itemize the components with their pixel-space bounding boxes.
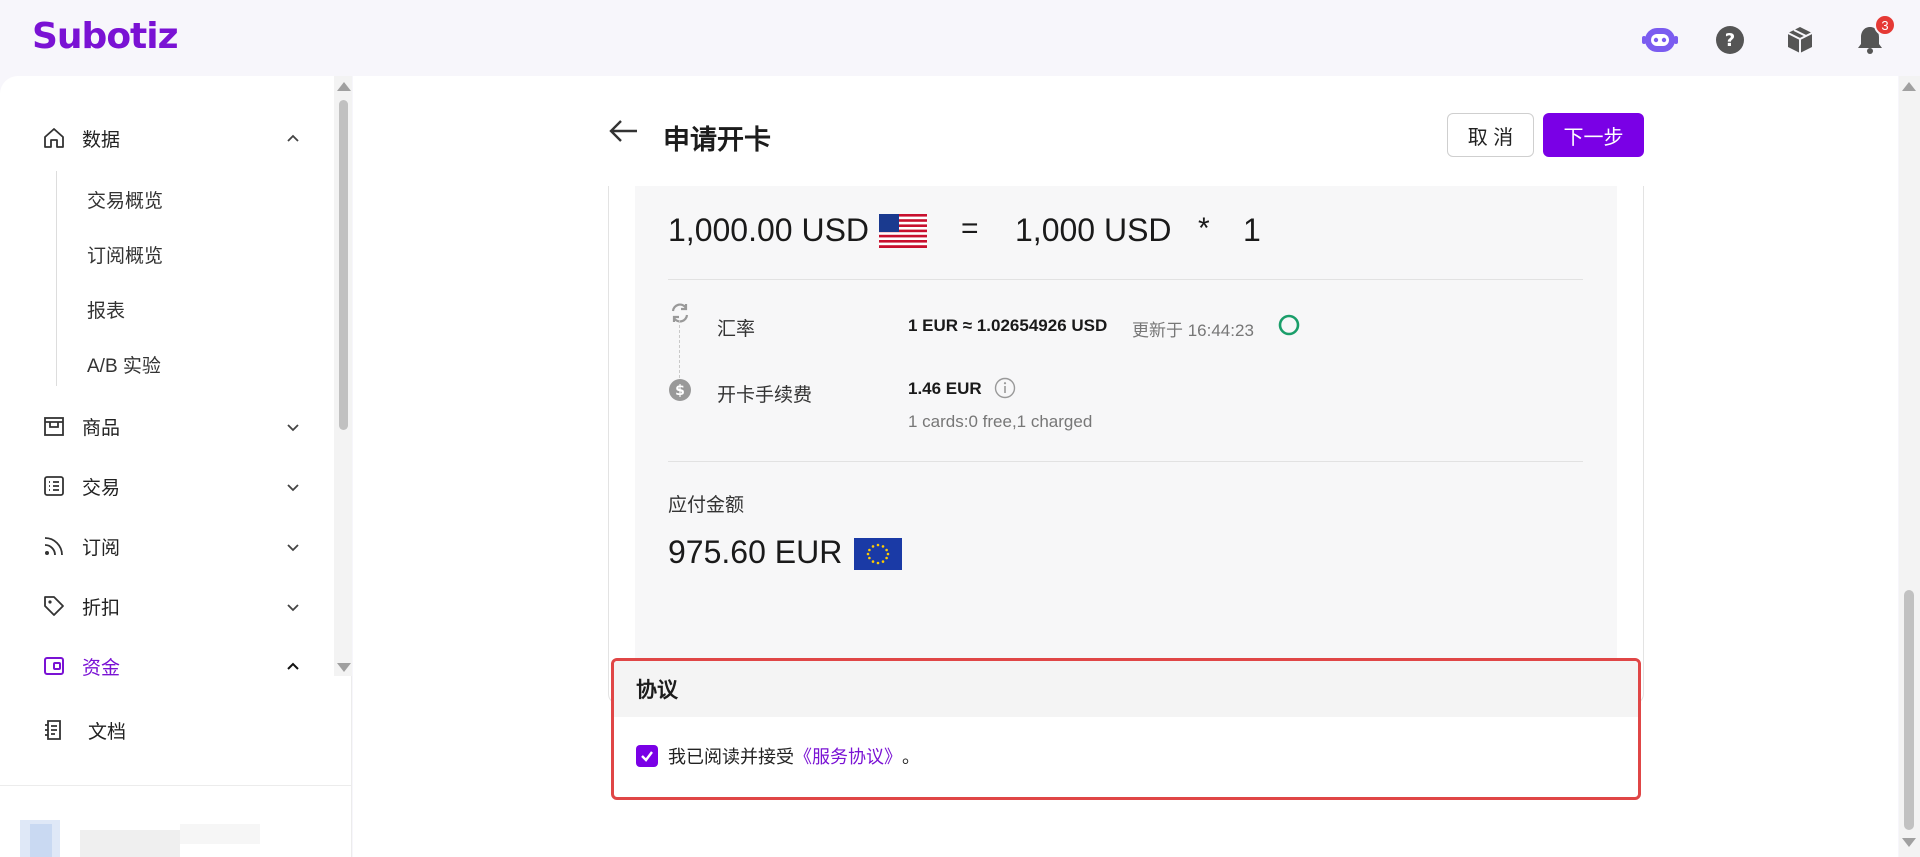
notifications-button[interactable]: 3	[1850, 14, 1896, 60]
sidebar-item-label: 文档	[88, 721, 127, 743]
top-bar: Subotiz ? 3	[0, 0, 1920, 76]
sidebar-item-label: 资金	[82, 657, 121, 677]
dollar-fee-icon: $	[668, 378, 692, 407]
header-actions: ? 3	[1640, 14, 1920, 60]
agreement-checkbox[interactable]	[636, 745, 658, 767]
sidebar-nav: 数据 交易概览 订阅概览 报表 A/B 实验 商品 交易 订阅 折扣 资金	[0, 76, 352, 676]
cancel-button[interactable]: 取 消	[1447, 113, 1534, 157]
agreement-text: 我已阅读并接受	[668, 747, 794, 767]
sidebar-item-label: 订阅	[82, 537, 121, 559]
timeline-connector	[679, 320, 680, 378]
package-icon[interactable]	[1780, 20, 1820, 60]
svg-text:?: ?	[1725, 30, 1735, 51]
back-arrow-icon[interactable]	[608, 116, 640, 151]
multiply-sign: *	[1198, 212, 1210, 245]
notification-badge: 3	[1874, 14, 1896, 36]
info-icon[interactable]	[994, 377, 1016, 404]
agreement-suffix: 。	[902, 747, 920, 767]
scroll-up-icon[interactable]	[337, 82, 351, 91]
sidebar-divider	[0, 785, 352, 786]
chevron-down-icon	[286, 478, 300, 500]
list-icon	[40, 472, 68, 500]
rate-updated: 更新于 16:44:23	[1132, 321, 1254, 340]
exchange-icon	[668, 301, 692, 330]
sidebar-item-label: 交易	[82, 477, 121, 499]
divider	[668, 461, 1583, 462]
per-card-amount: 1,000 USD	[1015, 212, 1172, 248]
sidebar-item-funds[interactable]: 资金	[40, 646, 300, 676]
rate-value: 1 EUR ≈ 1.02654926 USD	[908, 316, 1108, 335]
assistant-bot-icon[interactable]	[1640, 20, 1680, 60]
page-header: 申请开卡 取 消 下一步	[353, 76, 1898, 186]
chevron-up-icon	[286, 658, 300, 676]
main-content: 1,000.00 USD = 1,000 USD * 1 汇率 1 EUR ≈ …	[353, 76, 1898, 857]
fee-detail: 1 cards:0 free,1 charged	[908, 412, 1093, 431]
document-icon	[40, 716, 68, 744]
sidebar: 数据 交易概览 订阅概览 报表 A/B 实验 商品 交易 订阅 折扣 资金 文档	[0, 76, 352, 857]
agreement-title: 协议	[614, 661, 1638, 717]
chevron-down-icon	[286, 538, 300, 560]
eu-flag-icon	[854, 538, 902, 575]
main-scrollbar-thumb[interactable]	[1904, 590, 1914, 830]
sidebar-subitem-ab-experiment[interactable]: A/B 实验	[87, 349, 161, 379]
scroll-up-icon[interactable]	[1902, 82, 1916, 91]
total-amount: 1,000.00 USD	[668, 212, 870, 248]
sidebar-subitem-subscription-overview[interactable]: 订阅概览	[87, 239, 163, 269]
sidebar-item-transactions[interactable]: 交易	[40, 466, 300, 506]
agreement-section: 协议 我已阅读并接受 《服务协议》 。	[611, 658, 1641, 800]
wallet-icon	[40, 652, 68, 676]
sidebar-item-discounts[interactable]: 折扣	[40, 586, 300, 626]
home-icon	[40, 124, 68, 152]
sidebar-subitem-transaction-overview[interactable]: 交易概览	[87, 184, 163, 214]
scroll-down-icon[interactable]	[337, 663, 351, 672]
sidebar-item-docs[interactable]: 文档	[40, 710, 300, 750]
equals-sign: =	[961, 212, 979, 245]
sidebar-item-products[interactable]: 商品	[40, 406, 300, 446]
sidebar-item-label: 数据	[82, 129, 121, 151]
divider	[668, 279, 1583, 280]
us-flag-icon	[879, 214, 927, 253]
sidebar-item-subscriptions[interactable]: 订阅	[40, 526, 300, 566]
store-icon	[40, 412, 68, 440]
refresh-status-icon[interactable]	[1277, 313, 1301, 342]
avatar[interactable]	[20, 820, 260, 857]
card-count: 1	[1243, 212, 1261, 248]
next-step-button[interactable]: 下一步	[1543, 113, 1644, 157]
payable-value: 975.60 EUR	[668, 534, 843, 570]
fee-label: 开卡手续费	[717, 385, 813, 406]
chevron-up-icon	[286, 130, 300, 152]
page-title: 申请开卡	[663, 125, 771, 155]
help-icon[interactable]: ?	[1710, 20, 1750, 60]
sidebar-item-data[interactable]: 数据	[40, 118, 300, 158]
rate-label: 汇率	[717, 319, 756, 340]
sub-nav-guide	[56, 171, 57, 386]
sidebar-scrollbar-thumb[interactable]	[339, 100, 348, 430]
tag-icon	[40, 592, 68, 620]
app-logo[interactable]: Subotiz	[32, 16, 179, 57]
service-agreement-link[interactable]: 《服务协议》	[794, 743, 902, 769]
chevron-down-icon	[286, 418, 300, 440]
agreement-row: 我已阅读并接受 《服务协议》 。	[614, 717, 1638, 769]
check-icon	[641, 751, 653, 762]
payable-label: 应付金额	[668, 495, 745, 516]
svg-text:$: $	[675, 383, 685, 399]
sidebar-subitem-reports[interactable]: 报表	[87, 294, 125, 324]
fee-value: 1.46 EUR	[908, 379, 982, 398]
rss-icon	[40, 532, 68, 560]
scroll-down-icon[interactable]	[1902, 838, 1916, 847]
sidebar-item-label: 商品	[82, 417, 121, 439]
sidebar-item-label: 折扣	[82, 597, 121, 619]
chevron-down-icon	[286, 598, 300, 620]
